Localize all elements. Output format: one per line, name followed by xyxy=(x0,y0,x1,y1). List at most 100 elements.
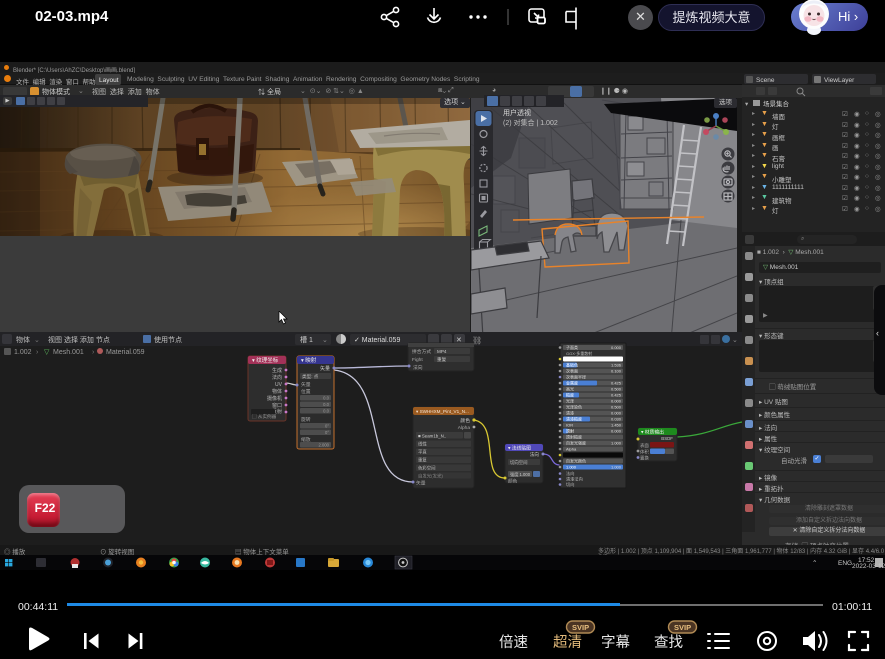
svg-text:自发光颜色: 自发光颜色 xyxy=(566,458,586,464)
svg-text:切向: 切向 xyxy=(566,481,574,488)
svg-text:清漆: 清漆 xyxy=(566,410,574,416)
svg-text:Mesh.001: Mesh.001 xyxy=(53,349,84,356)
svg-text:0.030: 0.030 xyxy=(611,417,622,422)
svg-text:0.0: 0.0 xyxy=(323,396,329,401)
svg-text:窗口: 窗口 xyxy=(272,402,282,409)
svg-text:GGX·多重散射: GGX·多重散射 xyxy=(566,350,592,356)
svg-text:1.000: 1.000 xyxy=(566,465,577,470)
svg-text:矢量: 矢量 xyxy=(416,480,426,487)
svg-text:颜色: 颜色 xyxy=(460,417,470,424)
svg-text:类型: 点: 类型: 点 xyxy=(302,373,319,380)
svg-text:用户透视: 用户透视 xyxy=(503,108,531,117)
svg-text:UV: UV xyxy=(275,382,283,388)
svg-text:拼合方式: 拼合方式 xyxy=(412,348,431,355)
svg-text:⌄: ⌄ xyxy=(34,337,40,344)
svg-text:▾ 映射: ▾ 映射 xyxy=(301,356,317,364)
svg-text:▽: ▽ xyxy=(44,349,50,356)
svg-text:1.000: 1.000 xyxy=(611,465,622,470)
svg-text:0.425: 0.425 xyxy=(611,393,622,398)
svg-text:次表面: 次表面 xyxy=(566,368,578,374)
svg-text:■ Seam1b_N..: ■ Seam1b_N.. xyxy=(418,434,446,439)
svg-text:重复: 重复 xyxy=(437,356,447,363)
svg-text:1.002: 1.002 xyxy=(14,349,32,356)
svg-text:Alpha: Alpha xyxy=(458,425,471,431)
svg-text:▾ 纹理坐标: ▾ 纹理坐标 xyxy=(252,356,279,364)
svg-text:次表面半径: 次表面半径 xyxy=(566,374,586,380)
svg-text:1.536: 1.536 xyxy=(611,363,622,368)
svg-text:视图 选择 添加 节点: 视图 选择 添加 节点 xyxy=(48,335,110,344)
svg-text:糙度: 糙度 xyxy=(566,392,574,398)
svg-text:物体: 物体 xyxy=(272,388,282,395)
svg-text:颜色: 颜色 xyxy=(508,478,518,485)
svg-text:(2) 对集合 | 1.002: (2) 对集合 | 1.002 xyxy=(503,118,558,127)
svg-text:法向: 法向 xyxy=(272,374,282,381)
svg-text:⌄: ⌄ xyxy=(322,337,328,344)
svg-text:0.000: 0.000 xyxy=(611,399,622,404)
svg-text:BSDF: BSDF xyxy=(661,436,673,441)
svg-text:矢量: 矢量 xyxy=(301,381,311,388)
svg-text:自发光(发光): 自发光(发光) xyxy=(418,473,443,480)
svg-text:子面类: 子面类 xyxy=(566,344,578,350)
svg-text:摄像机: 摄像机 xyxy=(267,395,282,402)
svg-text:Material.059: Material.059 xyxy=(106,349,145,356)
svg-text:位置: 位置 xyxy=(301,388,311,395)
svg-text:IOR: IOR xyxy=(566,423,573,428)
svg-text:线性: 线性 xyxy=(418,441,427,448)
svg-text:旋转: 旋转 xyxy=(301,416,311,423)
svg-text:超清: 超清 xyxy=(553,634,582,651)
svg-text:场景集合: 场景集合 xyxy=(763,99,790,108)
svg-text:切向空间: 切向空间 xyxy=(510,459,528,466)
svg-text:透射: 透射 xyxy=(566,428,574,434)
svg-text:色彩空间: 色彩空间 xyxy=(418,465,436,472)
svg-text:0.0: 0.0 xyxy=(323,409,329,414)
svg-text:2.000: 2.000 xyxy=(319,443,330,448)
svg-text:基础色: 基础色 xyxy=(566,362,578,368)
svg-text:▢ 从实例器: ▢ 从实例器 xyxy=(252,413,277,420)
svg-text:SVIP: SVIP xyxy=(572,623,589,632)
svg-text:Scene: Scene xyxy=(756,77,775,84)
svg-text:MP4: MP4 xyxy=(437,349,447,354)
svg-text:ENG: ENG xyxy=(838,560,852,567)
svg-text:0°: 0° xyxy=(325,430,329,435)
svg-text:法向: 法向 xyxy=(530,451,540,458)
svg-text:0.500: 0.500 xyxy=(611,387,622,392)
svg-text:清漆糙度: 清漆糙度 xyxy=(566,416,582,422)
svg-text:平直: 平直 xyxy=(418,449,427,456)
svg-text:物体: 物体 xyxy=(16,335,30,344)
svg-text:0.0: 0.0 xyxy=(323,402,329,407)
svg-text:金属度: 金属度 xyxy=(566,380,578,386)
svg-text:查找: 查找 xyxy=(654,634,683,651)
svg-text:透射糙度: 透射糙度 xyxy=(566,434,582,440)
svg-text:0.000: 0.000 xyxy=(611,429,622,434)
svg-text:使用节点: 使用节点 xyxy=(154,335,182,344)
svg-text:重复: 重复 xyxy=(418,457,427,464)
svg-text:法向: 法向 xyxy=(413,364,423,371)
svg-text:Alpha: Alpha xyxy=(566,447,577,452)
svg-text:0.500: 0.500 xyxy=(611,405,622,410)
svg-text:Fight: Fight xyxy=(412,357,423,363)
svg-text:字幕: 字幕 xyxy=(601,634,630,651)
svg-text:0.000: 0.000 xyxy=(611,345,622,350)
svg-text:0.100: 0.100 xyxy=(611,369,622,374)
svg-text:⌃: ⌃ xyxy=(812,559,817,567)
svg-text:▾ 材质输出: ▾ 材质输出 xyxy=(641,429,664,436)
svg-text:置换: 置换 xyxy=(640,455,649,462)
svg-text:0.000: 0.000 xyxy=(611,411,622,416)
svg-text:自发光强度: 自发光强度 xyxy=(566,440,586,446)
svg-text:体积: 体积 xyxy=(640,449,649,456)
svg-text:SVIP: SVIP xyxy=(674,623,691,632)
svg-text:光泽: 光泽 xyxy=(566,398,574,404)
svg-text:0°: 0° xyxy=(325,424,329,429)
svg-text:ViewLayer: ViewLayer xyxy=(824,77,855,84)
svg-text:高光: 高光 xyxy=(566,386,574,392)
svg-text:1.000: 1.000 xyxy=(611,441,622,446)
svg-text:表面: 表面 xyxy=(640,442,649,449)
svg-text:生成: 生成 xyxy=(272,367,282,374)
svg-text:缩放: 缩放 xyxy=(301,436,311,443)
svg-text:⌄: ⌄ xyxy=(732,337,738,344)
svg-text:0.425: 0.425 xyxy=(611,381,622,386)
svg-text:倍速: 倍速 xyxy=(499,634,528,651)
svg-text:▾ SWHHXM_Pint_V1_N...: ▾ SWHHXM_Pint_V1_N... xyxy=(416,409,469,414)
svg-text:✓ Material.059: ✓ Material.059 xyxy=(354,337,400,344)
svg-text:强度 1.000: 强度 1.000 xyxy=(510,471,531,478)
